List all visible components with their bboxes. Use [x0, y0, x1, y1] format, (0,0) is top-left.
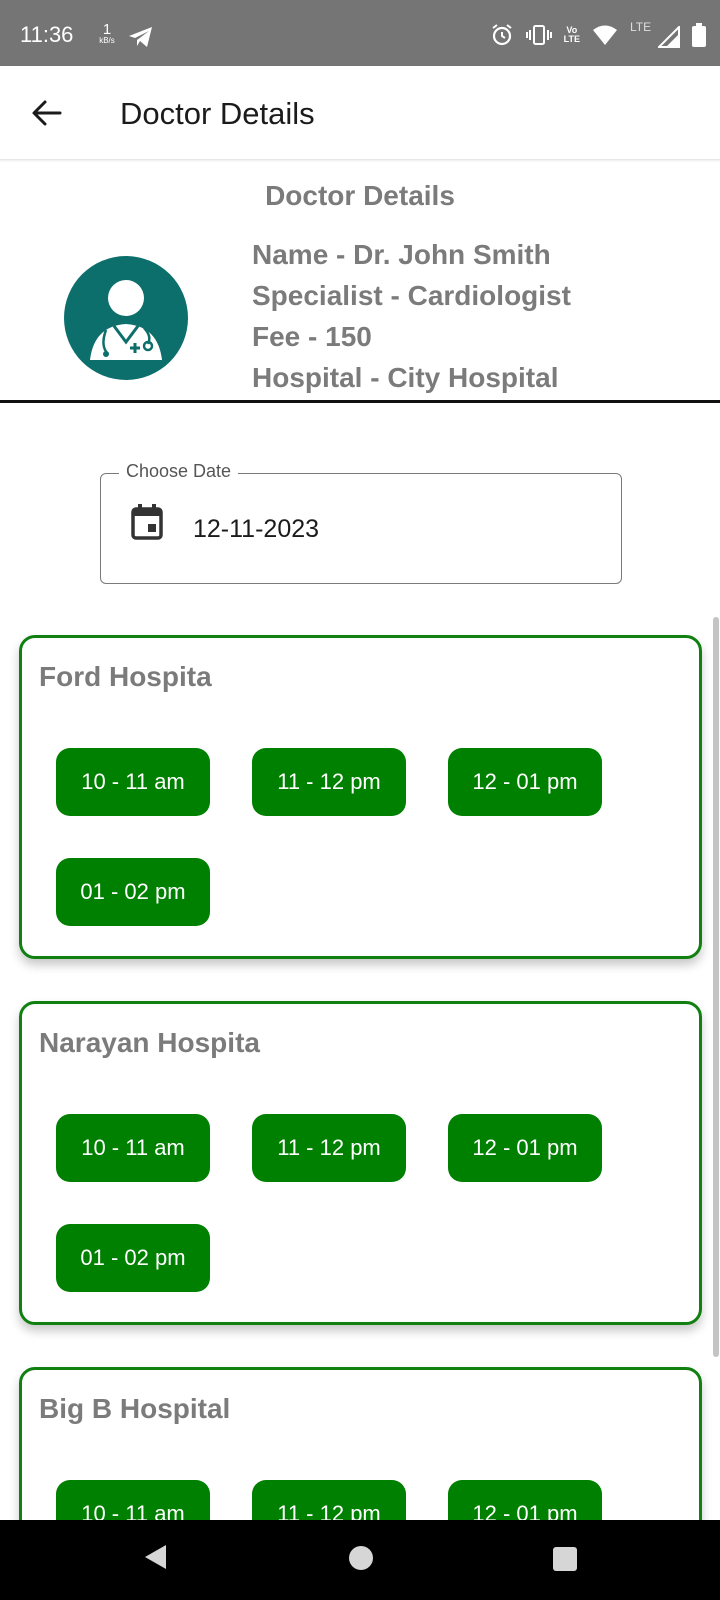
- app-bar: Doctor Details: [0, 66, 720, 160]
- system-nav-bar: [0, 1520, 720, 1600]
- time-slot-button[interactable]: 10 - 11 am: [56, 1114, 210, 1182]
- doctor-avatar-icon: [64, 256, 188, 380]
- back-triangle-icon[interactable]: [142, 1542, 168, 1577]
- home-circle-icon[interactable]: [348, 1545, 374, 1576]
- alarm-icon: [490, 23, 514, 47]
- battery-icon: [692, 23, 706, 47]
- volte-icon: Vo LTE: [564, 26, 580, 44]
- network-speed-unit: kB/s: [99, 36, 115, 45]
- status-icons: Vo LTE LTE: [490, 20, 706, 48]
- back-button[interactable]: [30, 96, 64, 130]
- vibrate-icon: [525, 24, 552, 46]
- divider: [0, 400, 720, 403]
- calendar-icon[interactable]: [131, 504, 163, 545]
- status-bar: 11:36 1 kB/s Vo LTE LTE: [0, 0, 720, 66]
- hospital-card: Ford Hospita 10 - 11 am 11 - 12 pm 12 - …: [19, 635, 702, 959]
- doctor-info: Name - Dr. John Smith Specialist - Cardi…: [252, 236, 571, 400]
- doctor-specialist: Specialist - Cardiologist: [252, 280, 571, 311]
- signal-group: LTE: [630, 20, 680, 48]
- volte-bottom: LTE: [563, 34, 580, 44]
- network-speed-value: 1: [102, 21, 112, 38]
- doctor-details-heading: Doctor Details: [265, 180, 455, 211]
- time-slot-button[interactable]: 11 - 12 pm: [252, 748, 406, 816]
- scrollbar[interactable]: [713, 617, 719, 1357]
- status-time: 11:36: [20, 22, 74, 47]
- time-slot-button[interactable]: 10 - 11 am: [56, 748, 210, 816]
- doctor-name: Name - Dr. John Smith: [252, 239, 551, 270]
- hospital-name: Narayan Hospita: [39, 1027, 260, 1058]
- arrow-back-icon: [32, 100, 62, 126]
- signal-icon: [658, 26, 680, 48]
- date-field[interactable]: Choose Date 12-11-2023: [100, 461, 622, 584]
- page-title: Doctor Details: [120, 96, 315, 131]
- telegram-icon: [128, 26, 154, 53]
- wifi-icon: [592, 24, 618, 46]
- time-slot-button[interactable]: 01 - 02 pm: [56, 858, 210, 926]
- hospital-card: Narayan Hospita 10 - 11 am 11 - 12 pm 12…: [19, 1001, 702, 1325]
- time-slot-button[interactable]: 12 - 01 pm: [448, 748, 602, 816]
- recents-square-icon[interactable]: [552, 1546, 578, 1577]
- doctor-hospital: Hospital - City Hospital: [252, 362, 559, 393]
- date-value: 12-11-2023: [193, 515, 320, 543]
- time-slot-button[interactable]: 01 - 02 pm: [56, 1224, 210, 1292]
- date-field-label: Choose Date: [119, 461, 239, 482]
- time-slot-button[interactable]: 12 - 01 pm: [448, 1114, 602, 1182]
- hospital-name: Ford Hospita: [39, 661, 212, 692]
- network-speed: 1 kB/s: [94, 22, 120, 45]
- lte-label: LTE: [630, 20, 652, 34]
- time-slot-button[interactable]: 11 - 12 pm: [252, 1114, 406, 1182]
- doctor-fee: Fee - 150: [252, 321, 372, 352]
- hospital-name: Big B Hospital: [39, 1393, 231, 1424]
